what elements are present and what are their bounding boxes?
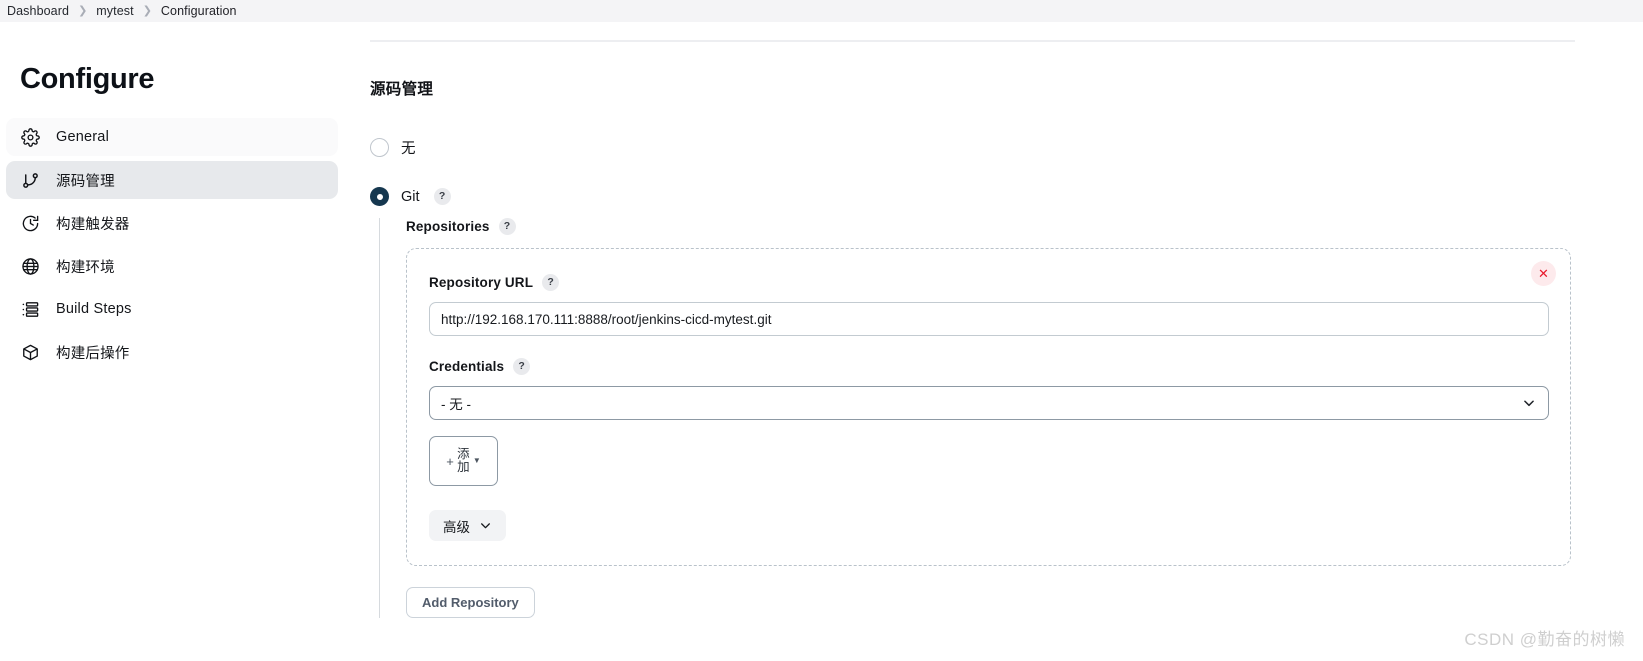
scm-option-label: Git	[401, 188, 420, 205]
sidebar-item-label: 构建后操作	[56, 345, 130, 362]
help-icon-credentials[interactable]: ?	[513, 358, 531, 375]
sidebar-item-general[interactable]: General	[6, 118, 338, 156]
scm-option-none[interactable]: 无	[370, 137, 1643, 158]
chevron-down-icon	[479, 519, 492, 532]
credentials-label: Credentials ?	[429, 358, 1546, 375]
configure-sidebar: General 源码管理 构建触发器 构建环境 Build Steps 构建后操…	[0, 118, 360, 371]
help-icon-repository-url[interactable]: ?	[542, 274, 560, 291]
page-body: Configure General 源码管理 构建触发器 构建环境 Build …	[0, 22, 1643, 661]
list-icon	[20, 299, 41, 320]
sidebar-item-build-triggers[interactable]: 构建触发器	[6, 204, 338, 242]
repositories-label-text: Repositories	[406, 219, 490, 234]
scm-option-git[interactable]: Git ?	[370, 187, 1643, 206]
help-icon-git[interactable]: ?	[433, 188, 451, 205]
breadcrumb-item-configuration[interactable]: Configuration	[161, 4, 237, 18]
sidebar-item-label: General	[56, 129, 109, 145]
add-credentials-button[interactable]: + 添 加 ▼	[429, 436, 498, 486]
globe-icon	[20, 256, 41, 277]
sidebar-item-label: 源码管理	[56, 173, 115, 190]
breadcrumb: Dashboard ❯ mytest ❯ Configuration	[0, 0, 1643, 22]
repository-url-input[interactable]	[429, 302, 1549, 336]
advanced-button[interactable]: 高级	[429, 510, 506, 541]
breadcrumb-separator-icon: ❯	[142, 4, 152, 17]
sidebar-item-build-steps[interactable]: Build Steps	[6, 290, 338, 328]
breadcrumb-item-mytest[interactable]: mytest	[96, 4, 133, 18]
close-icon[interactable]: ✕	[1531, 261, 1556, 286]
credentials-label-text: Credentials	[429, 359, 505, 374]
watermark: CSDN @勤奋的树懒	[1464, 630, 1625, 649]
radio-none[interactable]	[370, 138, 389, 157]
repositories-label: Repositories ?	[406, 218, 1643, 235]
gear-icon	[20, 127, 41, 148]
sidebar-item-label: Build Steps	[56, 301, 132, 317]
left-column: Configure General 源码管理 构建触发器 构建环境 Build …	[0, 22, 360, 661]
scm-option-label: 无	[401, 141, 416, 157]
git-branch-icon	[20, 170, 41, 191]
sidebar-item-post-build-actions[interactable]: 构建后操作	[6, 333, 338, 371]
repository-url-label: Repository URL ?	[429, 274, 1546, 291]
breadcrumb-separator-icon: ❯	[78, 4, 88, 17]
page-title: Configure	[20, 63, 155, 95]
sidebar-item-scm[interactable]: 源码管理	[6, 161, 338, 199]
git-settings-block: Repositories ? ✕ Repository URL ? Creden…	[379, 218, 1643, 618]
breadcrumb-item-dashboard[interactable]: Dashboard	[7, 4, 69, 18]
content-divider	[370, 40, 1575, 42]
credentials-select[interactable]: - 无 -	[429, 386, 1549, 420]
plus-icon: +	[446, 453, 454, 469]
add-credentials-label-line2: 加	[457, 460, 470, 474]
advanced-button-label: 高级	[443, 519, 470, 535]
clock-icon	[20, 213, 41, 234]
add-repository-button[interactable]: Add Repository	[406, 587, 535, 618]
sidebar-item-label: 构建触发器	[56, 216, 130, 233]
package-icon	[20, 342, 41, 363]
caret-down-icon: ▼	[472, 456, 481, 465]
add-credentials-label-line1: 添	[457, 446, 470, 461]
add-credentials-label: 添 加	[457, 446, 470, 474]
sidebar-item-label: 构建环境	[56, 259, 115, 276]
help-icon-repositories[interactable]: ?	[498, 218, 516, 235]
sidebar-item-build-environment[interactable]: 构建环境	[6, 247, 338, 285]
radio-git[interactable]	[370, 187, 389, 206]
repository-card: ✕ Repository URL ? Credentials ? - 无 -	[406, 248, 1571, 566]
repository-url-label-text: Repository URL	[429, 275, 534, 290]
main-content: 源码管理 无 Git ? Repositories ? ✕ Repository…	[360, 22, 1643, 661]
section-title: 源码管理	[370, 81, 434, 98]
credentials-selected-value: - 无 -	[441, 397, 471, 412]
credentials-select-wrapper: - 无 -	[429, 386, 1549, 420]
